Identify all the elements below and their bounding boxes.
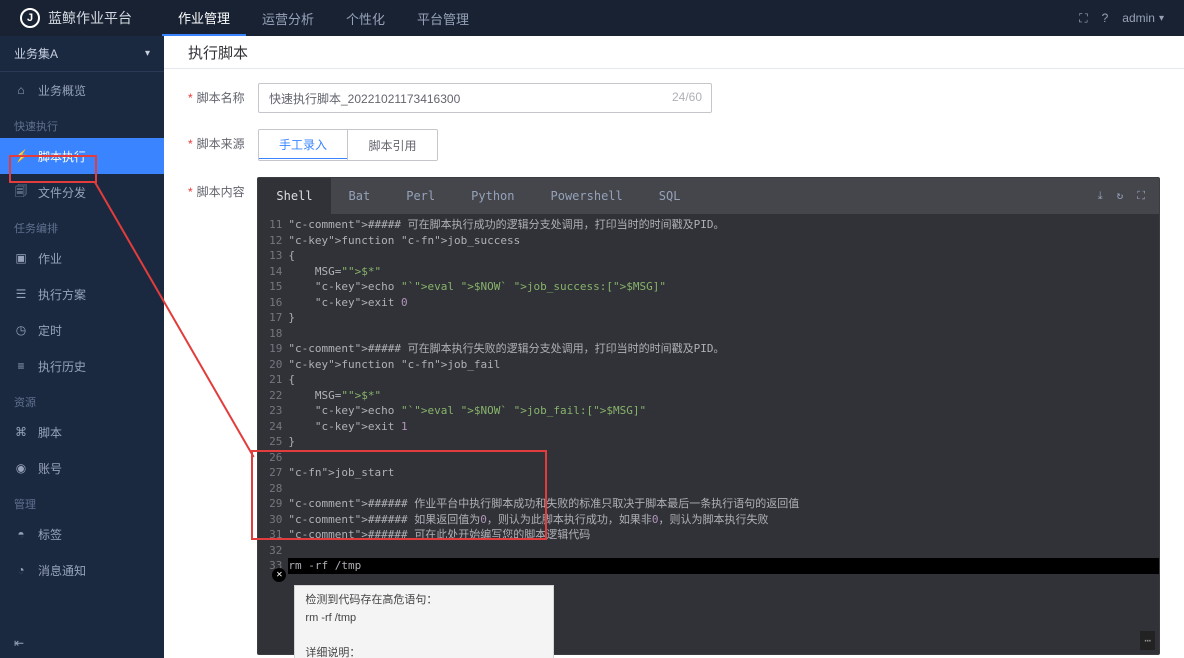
help-icon[interactable]: ? bbox=[1102, 11, 1109, 25]
group-quick: 快速执行 bbox=[0, 108, 164, 138]
logo-text: 蓝鲸作业平台 bbox=[48, 8, 132, 28]
sidebar-notify[interactable]: ◔消息通知 bbox=[0, 552, 164, 588]
file-icon: 🗐 bbox=[14, 182, 28, 203]
clock-icon: ◷ bbox=[14, 323, 28, 337]
tab-python[interactable]: Python bbox=[453, 178, 532, 214]
group-res: 资源 bbox=[0, 384, 164, 414]
tab-shell[interactable]: Shell bbox=[258, 178, 330, 214]
sidebar-overview[interactable]: ⌂业务概览 bbox=[0, 72, 164, 108]
sidebar-account[interactable]: ◉账号 bbox=[0, 450, 164, 486]
script-icon: ⌘ bbox=[14, 425, 28, 439]
sidebar-tag[interactable]: ◓标签 bbox=[0, 516, 164, 552]
tab-perl[interactable]: Perl bbox=[388, 178, 453, 214]
user-icon: ◉ bbox=[14, 461, 28, 475]
sidebar-job[interactable]: ▣作业 bbox=[0, 240, 164, 276]
tag-icon: ◓ bbox=[14, 527, 28, 541]
label-content: 脚本内容 bbox=[188, 177, 257, 200]
sidebar-script[interactable]: ⌘脚本 bbox=[0, 414, 164, 450]
name-counter: 24/60 bbox=[672, 90, 702, 104]
tab-powershell[interactable]: Powershell bbox=[533, 178, 641, 214]
nav-analytics[interactable]: 运营分析 bbox=[246, 0, 330, 36]
sidebar: 业务集A▾ ⌂业务概览 快速执行 ⚡脚本执行 🗐文件分发 任务编排 ▣作业 ☰执… bbox=[0, 36, 164, 658]
label-source: 脚本来源 bbox=[188, 129, 258, 152]
page-title: 执行脚本 bbox=[164, 36, 1184, 69]
sidebar-plan[interactable]: ☰执行方案 bbox=[0, 276, 164, 312]
nav-job-mgmt[interactable]: 作业管理 bbox=[162, 0, 246, 36]
more-icon[interactable]: ⋯ bbox=[1140, 631, 1155, 651]
upload-icon[interactable]: ⤓ bbox=[1098, 189, 1103, 203]
group-mgr: 管理 bbox=[0, 486, 164, 516]
sidebar-history[interactable]: ≡执行历史 bbox=[0, 348, 164, 384]
job-icon: ▣ bbox=[14, 251, 28, 265]
tab-sql[interactable]: SQL bbox=[641, 178, 699, 214]
biz-selector[interactable]: 业务集A▾ bbox=[0, 36, 164, 72]
sidebar-cron[interactable]: ◷定时 bbox=[0, 312, 164, 348]
user-menu[interactable]: admin▾ bbox=[1122, 11, 1164, 25]
top-bar: J 蓝鲸作业平台 作业管理 运营分析 个性化 平台管理 ⛶ ? admin▾ bbox=[0, 0, 1184, 36]
editor-tabs: Shell Bat Perl Python Powershell SQL ⤓ ↻… bbox=[258, 178, 1159, 214]
list-icon: ☰ bbox=[14, 287, 28, 301]
history-icon[interactable]: ↻ bbox=[1117, 189, 1124, 203]
collapse-sidebar-icon[interactable]: ⇤ bbox=[14, 636, 24, 650]
script-name-input[interactable] bbox=[258, 83, 712, 113]
home-icon: ⌂ bbox=[14, 83, 28, 97]
bell-icon: ◔ bbox=[14, 563, 28, 577]
line-gutter: 11 12 13 14 15 16 17 18 19 20 21 22 23 2… bbox=[258, 214, 288, 654]
danger-tooltip: 检测到代码存在高危语句： rm -rf /tmp 详细说明： JOB 文档最佳实… bbox=[294, 585, 554, 658]
bolt-icon: ⚡ bbox=[14, 149, 28, 163]
sidebar-script-exec[interactable]: ⚡脚本执行 bbox=[0, 138, 164, 174]
label-name: 脚本名称 bbox=[188, 83, 258, 106]
nav-platform[interactable]: 平台管理 bbox=[401, 0, 485, 36]
code-editor[interactable]: Shell Bat Perl Python Powershell SQL ⤓ ↻… bbox=[257, 177, 1160, 655]
sidebar-file-dist[interactable]: 🗐文件分发 bbox=[0, 174, 164, 210]
group-task: 任务编排 bbox=[0, 210, 164, 240]
source-manual-button[interactable]: 手工录入 bbox=[258, 129, 348, 159]
code-area[interactable]: "c-comment">##### 可在脚本执行成功的逻辑分支处调用，打印当时的… bbox=[288, 214, 1159, 654]
logo-icon: J bbox=[20, 8, 40, 28]
history-icon: ≡ bbox=[14, 359, 28, 373]
tab-bat[interactable]: Bat bbox=[331, 178, 389, 214]
nav-personal[interactable]: 个性化 bbox=[330, 0, 401, 36]
source-quote-button[interactable]: 脚本引用 bbox=[347, 130, 437, 160]
expand-icon[interactable]: ⛶ bbox=[1079, 11, 1087, 26]
fullscreen-icon[interactable]: ⛶ bbox=[1137, 189, 1145, 203]
